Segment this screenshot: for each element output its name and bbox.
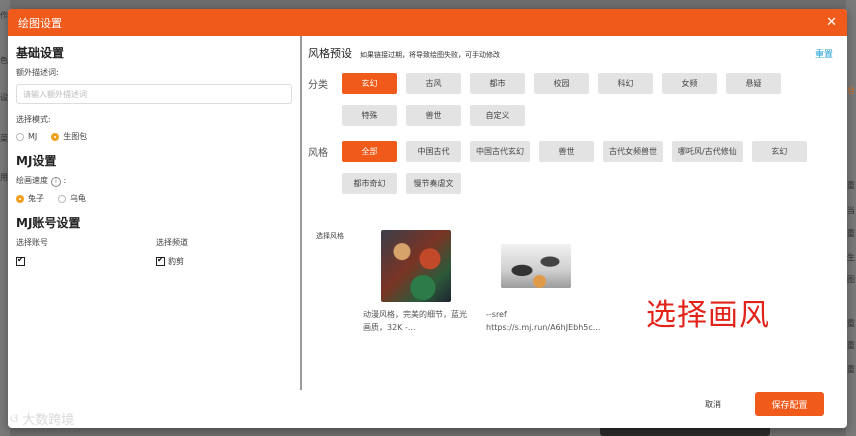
style-chip[interactable]: 慢节奏虐文 [406,173,461,194]
backdrop-text: 色 [0,56,8,65]
mode-radio-mj[interactable]: MJ [16,132,37,141]
category-chip[interactable]: 悬疑 [726,73,781,94]
radio-label: 生图包 [63,132,88,141]
checkbox-checked-icon [16,255,25,266]
mj-settings-title: MJ设置 [16,154,57,168]
category-chips: 玄幻 古风 都市 校园 科幻 女频 悬疑 特殊 兽世 自定义 [342,73,822,126]
backdrop-text: 设 [0,93,8,102]
backdrop-text: 仓 [847,86,855,95]
speed-radio-group: 兔子 乌龟 [16,193,292,204]
dialog-title: 绘图设置 [18,16,62,30]
backdrop-text: 重 [847,229,855,238]
extra-desc-input[interactable]: 请输入额外描述词 [16,84,292,104]
style-chip[interactable]: 兽世 [539,141,594,162]
style-card[interactable]: --sref https://s.mj.run/A6hJEbh5c... [486,230,601,334]
close-icon[interactable]: ✕ [826,16,837,29]
basic-settings-title: 基础设置 [16,46,65,60]
style-thumbnail [501,244,571,288]
watermark: ଓ 大数跨境 [10,409,74,428]
style-preset-title: 风格预设 [308,47,352,60]
style-chip[interactable]: 都市奇幻 [342,173,397,194]
radio-checked-icon [16,194,24,203]
speed-label-row: 绘画速度 i : [16,176,67,187]
account-header: 选择账号 [16,238,48,247]
category-chip[interactable]: 科幻 [598,73,653,94]
mj-account-title: MJ账号设置 [16,216,81,230]
dialog-titlebar: 绘图设置 ✕ [8,9,847,36]
backdrop-text: 重 [847,319,855,328]
speed-radio-rabbit[interactable]: 兔子 [16,193,44,204]
category-chip[interactable]: 都市 [470,73,525,94]
style-chips: 全部 中国古代 中国古代玄幻 兽世 古代女频兽世 哪吒风/古代修仙 玄幻 都市奇… [342,141,822,194]
backdrop-text: 作 [0,11,8,20]
channel-header: 选择频道 [156,238,188,247]
backdrop-text: 菜 [0,134,8,143]
watermark-logo-icon: ଓ [10,411,19,425]
category-chip[interactable]: 古风 [406,73,461,94]
backdrop-text: 用 [0,173,8,182]
category-chip[interactable]: 玄幻 [342,73,397,94]
category-chip[interactable]: 兽世 [406,105,461,126]
cancel-button[interactable]: 取消 [705,399,721,410]
channel-checkbox[interactable]: 豹剪 [156,255,276,267]
backdrop-text: 重 [847,341,855,350]
account-grid: 选择账号 选择频道 豹剪 [16,237,292,267]
channel-value: 豹剪 [168,257,184,266]
style-chip[interactable]: 玄幻 [751,141,807,162]
style-chip[interactable]: 全部 [342,141,397,162]
style-preset-header: 风格预设 如果链接过期，将导致绘图失败，可手动修改 [308,36,847,61]
info-icon[interactable]: i [51,177,61,187]
style-preset-note: 如果链接过期，将导致绘图失败，可手动修改 [360,51,500,59]
category-chip[interactable]: 特殊 [342,105,397,126]
backdrop-text: 重 [847,181,855,190]
radio-label: 乌龟 [70,194,86,203]
category-label: 分类 [308,80,328,91]
backdrop-text: 重 [847,365,855,374]
watermark-text: 大数跨境 [22,413,75,428]
right-panel: 风格预设 如果链接过期，将导致绘图失败，可手动修改 重置 分类 玄幻 古风 都市… [308,36,847,390]
backdrop-text: 当 [847,206,855,215]
mode-label: 选择模式: [16,115,51,124]
reset-button[interactable]: 重置 [815,47,833,60]
style-chip[interactable]: 古代女频兽世 [603,141,663,162]
speed-label: 绘画速度 [16,176,48,185]
style-label: 风格 [308,148,328,159]
overlay-annotation: 选择画风 [646,298,770,333]
account-checkbox[interactable] [16,255,156,267]
radio-unchecked-icon [58,194,66,203]
category-chip[interactable]: 女频 [662,73,717,94]
select-style-label: 选择风格 [316,232,344,240]
checkbox-checked-icon [156,255,165,266]
left-panel: 基础设置 额外描述词: 请输入额外描述词 选择模式: MJ 生图包 MJ设置 绘… [8,36,300,390]
mode-radio-group: MJ 生图包 [16,131,292,142]
style-chip[interactable]: 哪吒风/古代修仙 [672,141,743,162]
backdrop-text: 生 [847,253,855,262]
radio-label: MJ [28,132,38,141]
radio-unchecked-icon [16,132,24,141]
style-row: 风格 全部 中国古代 中国古代玄幻 兽世 古代女频兽世 哪吒风/古代修仙 玄幻 … [308,141,847,194]
extra-desc-placeholder: 请输入额外描述词 [23,89,87,99]
backdrop-text: 图 [847,275,855,284]
speed-radio-turtle[interactable]: 乌龟 [58,193,86,204]
style-chip[interactable]: 中国古代玄幻 [470,141,530,162]
mode-radio-image-pack[interactable]: 生图包 [51,131,87,142]
style-card-caption: --sref https://s.mj.run/A6hJEbh5c... [486,310,601,332]
style-thumbnail [381,230,451,302]
radio-checked-icon [51,132,60,141]
drawing-settings-dialog: 绘图设置 ✕ 基础设置 额外描述词: 请输入额外描述词 选择模式: MJ 生图包… [8,9,847,428]
category-chip[interactable]: 自定义 [470,105,525,126]
category-row: 分类 玄幻 古风 都市 校园 科幻 女频 悬疑 特殊 兽世 自定义 [308,73,847,126]
extra-desc-label: 额外描述词: [16,68,59,77]
radio-label: 兔子 [28,194,44,203]
style-chip[interactable]: 中国古代 [406,141,461,162]
style-card-caption: 动漫风格，完美的细节，蓝光画质，32K -... [363,310,467,332]
panel-divider [300,36,302,390]
category-chip[interactable]: 校园 [534,73,589,94]
save-config-button[interactable]: 保存配置 [755,392,824,416]
backdrop-right: 仓 重 当 重 生 图 重 重 重 [846,0,856,436]
style-card[interactable]: 动漫风格，完美的细节，蓝光画质，32K -... [363,230,473,334]
